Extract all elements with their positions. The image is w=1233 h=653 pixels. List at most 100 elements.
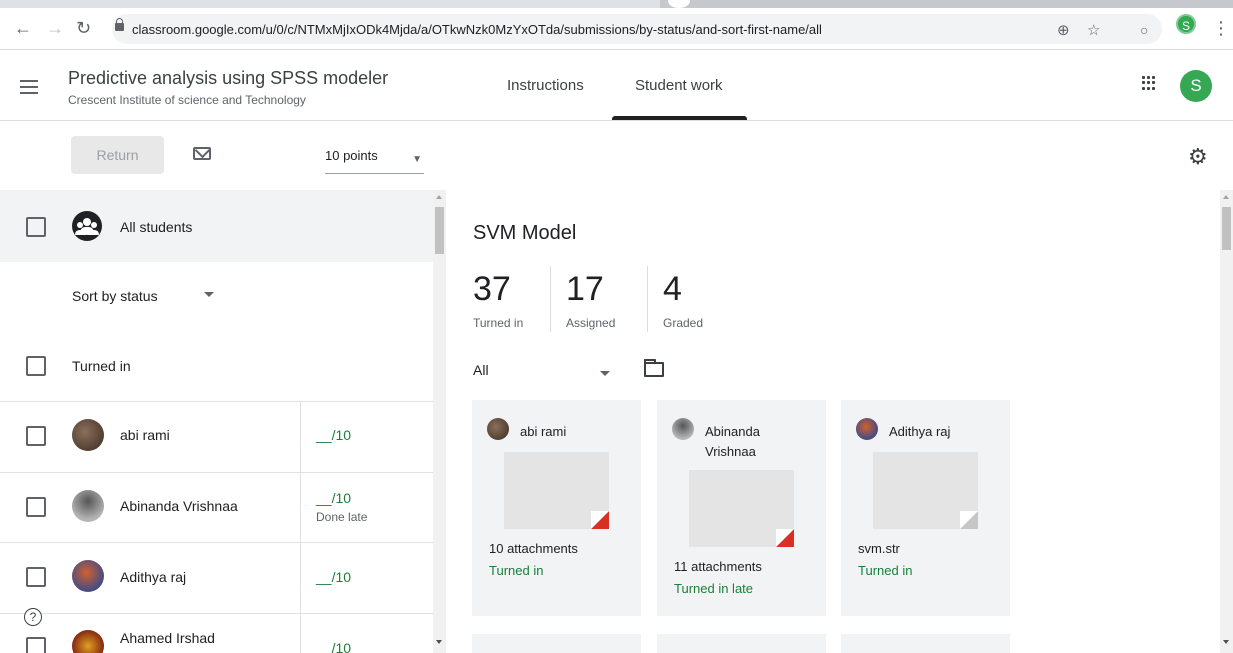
points-value: 10 points [325, 148, 378, 163]
card-student-name: Abinanda Vrishnaa [705, 424, 760, 459]
assignment-panel: SVM Model 37 Turned in 17 Assigned 4 Gra… [446, 190, 1220, 653]
submission-card[interactable]: Abinanda Vrishnaa 11 attachments Turned … [657, 400, 826, 616]
graded-label: Graded [663, 316, 704, 330]
student-list-scrollbar[interactable] [433, 190, 446, 653]
assignment-title: SVM Model [473, 222, 577, 244]
turned-in-checkbox[interactable] [26, 356, 46, 376]
turned-in-label: Turned in [473, 316, 524, 330]
account-avatar[interactable]: S [1180, 70, 1212, 102]
scroll-thumb[interactable] [1222, 207, 1231, 250]
student-name[interactable]: abi rami [120, 427, 170, 443]
doc-fold-icon [591, 511, 609, 529]
zoom-icon[interactable]: ⊕ [1057, 21, 1070, 39]
divider [550, 266, 551, 332]
scroll-down-icon[interactable] [1223, 640, 1229, 644]
browser-toolbar: ← → ↻ classroom.google.com/u/0/c/NTMxMjI… [0, 8, 1233, 50]
forward-arrow-icon[interactable]: → [46, 18, 64, 38]
status-filter-dropdown[interactable]: All [473, 362, 489, 378]
tab-instructions[interactable]: Instructions [507, 77, 584, 94]
grade-input[interactable]: __/10 [316, 640, 351, 653]
assigned-label: Assigned [566, 316, 616, 330]
scroll-up-icon[interactable] [436, 195, 442, 199]
submission-card[interactable] [657, 634, 826, 653]
graded-count[interactable]: 4 [663, 270, 682, 309]
doc-fold-icon [776, 529, 794, 547]
reload-icon[interactable]: ↻ [76, 18, 91, 38]
gear-icon[interactable]: ⚙ [1188, 144, 1208, 170]
scroll-down-icon[interactable] [436, 640, 442, 644]
student-name[interactable]: Abinanda Vrishnaa [120, 498, 238, 514]
browser-tab-strip [0, 0, 1233, 8]
all-students-checkbox[interactable] [26, 217, 46, 237]
attachment-name: svm.str [858, 541, 900, 556]
url-text[interactable]: classroom.google.com/u/0/c/NTMxMjIxODk4M… [132, 22, 822, 37]
address-bar[interactable]: classroom.google.com/u/0/c/NTMxMjIxODk4M… [112, 14, 1162, 44]
avatar [72, 490, 104, 522]
group-icon [72, 211, 102, 241]
avatar [72, 419, 104, 451]
browser-menu-icon[interactable]: ⋮ [1212, 18, 1230, 38]
page-scrollbar[interactable] [1220, 190, 1233, 653]
all-students-label: All students [120, 219, 193, 235]
back-arrow-icon[interactable]: ← [14, 18, 32, 38]
browser-profile-icon[interactable]: S [1176, 14, 1196, 34]
avatar [72, 560, 104, 592]
sort-dropdown[interactable]: Sort by status [72, 288, 158, 304]
divider [647, 266, 648, 332]
student-checkbox[interactable] [26, 497, 46, 517]
section-label: Turned in [72, 358, 131, 374]
chevron-down-icon[interactable] [600, 371, 610, 376]
bookmark-star-icon[interactable]: ☆ [1087, 21, 1100, 39]
student-checkbox[interactable] [26, 426, 46, 446]
main-menu-icon[interactable] [20, 80, 38, 94]
tab-student-work[interactable]: Student work [635, 77, 723, 94]
divider [0, 401, 433, 402]
scroll-thumb[interactable] [435, 207, 444, 254]
assigned-count[interactable]: 17 [566, 270, 604, 309]
lock-icon [115, 18, 124, 31]
submission-card[interactable]: Adithya raj svm.str Turned in [841, 400, 1010, 616]
student-name[interactable]: Adithya raj [120, 569, 186, 585]
active-tab[interactable] [660, 0, 1233, 8]
points-dropdown[interactable]: 10 points ▼ [325, 148, 424, 174]
attachment-count: 11 attachments [674, 559, 762, 574]
submission-card[interactable]: abi rami 10 attachments Turned in [472, 400, 641, 616]
avatar [856, 418, 878, 440]
folder-icon[interactable] [644, 359, 664, 377]
header-divider [0, 120, 1233, 121]
column-divider [300, 401, 301, 653]
chevron-down-icon[interactable] [204, 292, 214, 297]
apps-grid-icon[interactable] [1142, 76, 1156, 90]
avatar [672, 418, 694, 440]
divider [0, 472, 433, 473]
submission-card[interactable] [841, 634, 1010, 653]
email-icon[interactable] [193, 147, 211, 160]
turned-in-count[interactable]: 37 [473, 270, 511, 309]
chevron-down-icon: ▼ [412, 154, 422, 165]
course-title[interactable]: Predictive analysis using SPSS modeler [68, 68, 388, 89]
avatar [487, 418, 509, 440]
student-checkbox[interactable] [26, 567, 46, 587]
doc-fold-icon [960, 511, 978, 529]
status-label: Turned in [858, 563, 913, 578]
help-icon[interactable]: ? [24, 608, 42, 626]
grade-input[interactable]: __/10 [316, 427, 351, 443]
student-list-panel: All students Sort by status Turned in ab… [0, 190, 433, 653]
divider [0, 613, 433, 614]
extension-icon[interactable]: ○ [1140, 20, 1148, 40]
grade-input[interactable]: __/10 [316, 569, 351, 585]
late-label: Done late [316, 510, 368, 524]
all-students-row[interactable]: All students [0, 190, 433, 262]
status-label: Turned in late [674, 581, 754, 596]
grade-input[interactable]: __/10 [316, 490, 351, 506]
scroll-up-icon[interactable] [1223, 195, 1229, 199]
return-button[interactable]: Return [71, 136, 164, 174]
submission-card[interactable] [472, 634, 641, 653]
card-student-name: abi rami [520, 424, 567, 439]
status-label: Turned in [489, 563, 544, 578]
student-checkbox[interactable] [26, 637, 46, 653]
attachment-thumbnail[interactable] [504, 452, 609, 529]
student-name[interactable]: Ahamed Irshad [120, 630, 215, 646]
attachment-thumbnail[interactable] [689, 470, 794, 547]
attachment-thumbnail[interactable] [873, 452, 978, 529]
